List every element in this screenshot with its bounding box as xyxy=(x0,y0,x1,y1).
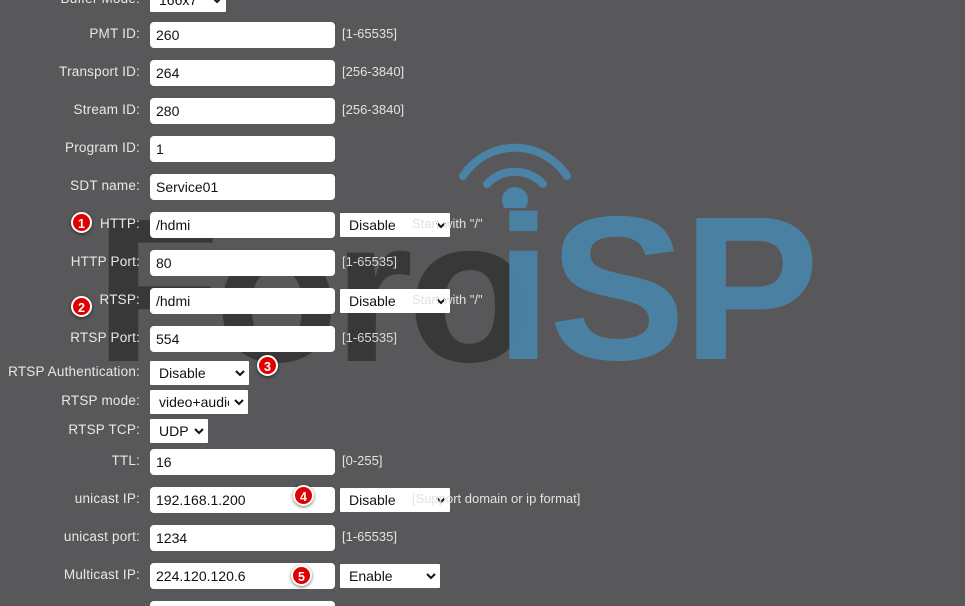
input-next-partial[interactable] xyxy=(150,601,335,606)
select-buffer-mode[interactable]: 166x7 xyxy=(150,0,226,12)
callout-badge-4: 4 xyxy=(293,485,314,506)
label-transport-id: Transport ID: xyxy=(59,64,140,79)
row-http-port: HTTP Port: [1-65535] xyxy=(0,246,965,278)
row-multicast-ip: Multicast IP: Enable xyxy=(0,559,965,591)
input-transport-id[interactable] xyxy=(150,60,335,86)
label-http-port: HTTP Port: xyxy=(70,254,140,269)
settings-page: Foro iSP Buffer Mode: 166x7 PMT ID: [1-6… xyxy=(0,0,965,606)
input-rtsp-path[interactable] xyxy=(150,288,335,314)
row-rtsp-mode: RTSP mode: video+audio xyxy=(0,385,965,417)
label-unicast-port: unicast port: xyxy=(63,529,140,544)
hint-unicast-port: [1-65535] xyxy=(342,529,397,544)
row-sdt-name: SDT name: xyxy=(0,170,965,202)
label-unicast-ip: unicast IP: xyxy=(74,491,140,506)
row-unicast-ip: unicast IP: Disable [Support domain or i… xyxy=(0,483,965,515)
select-rtsp-authentication[interactable]: Disable xyxy=(150,361,249,385)
input-http-port[interactable] xyxy=(150,250,335,276)
row-stream-id: Stream ID: [256-3840] xyxy=(0,94,965,126)
row-transport-id: Transport ID: [256-3840] xyxy=(0,56,965,88)
row-rtsp: RTSP: Disable Start with "/" xyxy=(0,284,965,316)
input-ttl[interactable] xyxy=(150,449,335,475)
select-multicast-enable[interactable]: Enable xyxy=(340,564,440,588)
input-program-id[interactable] xyxy=(150,136,335,162)
label-pmt-id: PMT ID: xyxy=(89,26,140,41)
row-ttl: TTL: [0-255] xyxy=(0,445,965,477)
callout-badge-5: 5 xyxy=(291,565,312,586)
input-http-path[interactable] xyxy=(150,212,335,238)
label-rtsp-mode: RTSP mode: xyxy=(61,393,140,408)
row-unicast-port: unicast port: [1-65535] xyxy=(0,521,965,553)
callout-badge-3: 3 xyxy=(257,355,278,376)
callout-badge-1: 1 xyxy=(71,212,92,233)
hint-http: Start with "/" xyxy=(412,216,483,231)
hint-rtsp: Start with "/" xyxy=(412,292,483,307)
input-pmt-id[interactable] xyxy=(150,22,335,48)
hint-stream-id: [256-3840] xyxy=(342,102,405,117)
hint-rtsp-port: [1-65535] xyxy=(342,330,397,345)
hint-pmt-id: [1-65535] xyxy=(342,26,397,41)
label-sdt-name: SDT name: xyxy=(70,178,140,193)
label-rtsp-tcp: RTSP TCP: xyxy=(68,422,140,437)
input-sdt-name[interactable] xyxy=(150,174,335,200)
input-unicast-port[interactable] xyxy=(150,525,335,551)
select-rtsp-mode[interactable]: video+audio xyxy=(150,390,248,414)
row-rtsp-port: RTSP Port: [1-65535] xyxy=(0,322,965,354)
row-program-id: Program ID: xyxy=(0,132,965,164)
hint-transport-id: [256-3840] xyxy=(342,64,405,79)
row-http: HTTP: Disable Start with "/" xyxy=(0,208,965,240)
label-program-id: Program ID: xyxy=(65,140,140,155)
row-next-partial xyxy=(0,597,965,606)
row-rtsp-tcp: RTSP TCP: UDP xyxy=(0,414,965,446)
input-rtsp-port[interactable] xyxy=(150,326,335,352)
label-rtsp: RTSP: xyxy=(99,292,140,307)
select-rtsp-tcp[interactable]: UDP xyxy=(150,419,208,443)
row-rtsp-authentication: RTSP Authentication: Disable xyxy=(0,356,965,388)
label-buffer-mode: Buffer Mode: xyxy=(0,0,140,15)
label-http: HTTP: xyxy=(100,216,140,231)
label-rtsp-port: RTSP Port: xyxy=(70,330,140,345)
callout-badge-2: 2 xyxy=(71,296,92,317)
hint-http-port: [1-65535] xyxy=(342,254,397,269)
label-ttl: TTL: xyxy=(111,453,140,468)
hint-unicast-ip: [Support domain or ip format] xyxy=(412,491,581,506)
input-stream-id[interactable] xyxy=(150,98,335,124)
label-rtsp-authentication: RTSP Authentication: xyxy=(8,364,140,379)
row-buffer-mode: Buffer Mode: 166x7 xyxy=(0,0,965,15)
hint-ttl: [0-255] xyxy=(342,453,383,468)
row-pmt-id: PMT ID: [1-65535] xyxy=(0,18,965,50)
label-stream-id: Stream ID: xyxy=(73,102,140,117)
label-multicast-ip: Multicast IP: xyxy=(63,567,140,582)
